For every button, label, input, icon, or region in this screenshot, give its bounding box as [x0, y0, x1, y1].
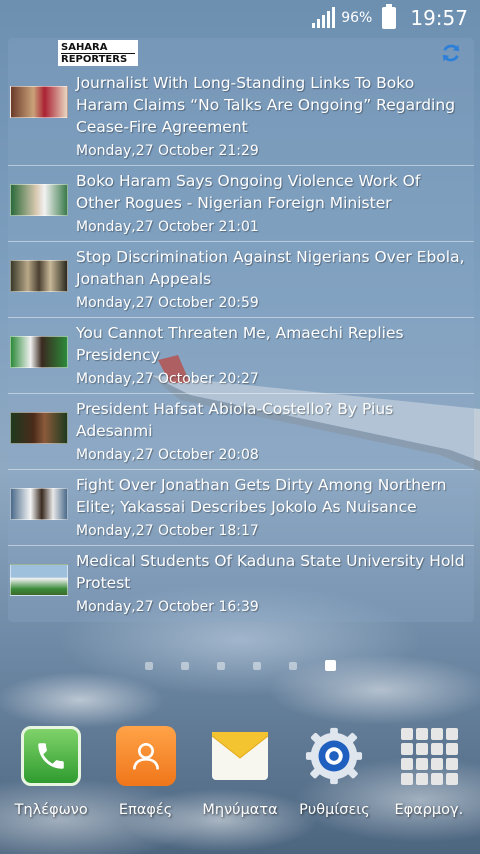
news-item[interactable]: Boko Haram Says Ongoing Violence Work Of… [8, 166, 474, 242]
apps-grid-icon [399, 726, 459, 786]
refresh-icon[interactable] [440, 42, 462, 64]
news-thumbnail [10, 336, 68, 368]
contacts-icon [115, 726, 176, 786]
app-drawer[interactable]: Εφαρμογ. [382, 726, 476, 818]
app-messages[interactable]: Μηνύματα [193, 726, 287, 818]
page-dot[interactable] [144, 661, 153, 670]
news-thumbnail [10, 184, 68, 216]
news-item[interactable]: President Hafsat Abiola-Costello? By Piu… [8, 394, 474, 470]
widget-header: SAHARA REPORTERS [8, 38, 474, 68]
news-item[interactable]: You Cannot Threaten Me, Amaechi Replies … [8, 318, 474, 394]
signal-strength-icon [312, 7, 336, 28]
app-phone[interactable]: Τηλέφωνο [4, 726, 98, 818]
sahara-reporters-widget: SAHARA REPORTERS Journalist With Long-St… [8, 38, 474, 622]
logo-line-1: SAHARA [61, 42, 108, 53]
news-headline: President Hafsat Abiola-Costello? By Piu… [76, 400, 394, 440]
app-dock: Τηλέφωνο Επαφές Μηνύματα Ρυθμίσεις Εφαρμ… [0, 726, 480, 818]
news-timestamp: Monday,27 October 20:08 [76, 447, 259, 463]
app-contacts[interactable]: Επαφές [98, 726, 192, 818]
news-thumbnail [10, 86, 68, 118]
app-label: Τηλέφωνο [14, 802, 88, 818]
phone-icon [21, 726, 82, 786]
news-timestamp: Monday,27 October 21:01 [76, 219, 259, 235]
news-timestamp: Monday,27 October 18:17 [76, 523, 259, 539]
app-label: Μηνύματα [202, 802, 278, 818]
page-dot[interactable] [180, 661, 189, 670]
news-item[interactable]: Medical Students Of Kaduna State Univers… [8, 546, 474, 621]
news-item[interactable]: Stop Discrimination Against Nigerians Ov… [8, 242, 474, 318]
settings-icon [304, 726, 364, 786]
battery-percent: 96% [341, 10, 373, 26]
clock: 19:57 [410, 6, 468, 30]
app-label: Επαφές [118, 802, 173, 818]
battery-icon [382, 4, 397, 29]
news-headline: Stop Discrimination Against Nigerians Ov… [76, 248, 465, 288]
news-headline: Medical Students Of Kaduna State Univers… [76, 552, 465, 592]
news-thumbnail [10, 412, 68, 444]
news-headline: Journalist With Long-Standing Links To B… [76, 74, 456, 136]
page-dot[interactable] [216, 661, 225, 670]
news-timestamp: Monday,27 October 20:59 [76, 295, 259, 311]
page-dot[interactable] [288, 661, 297, 670]
messages-icon [210, 726, 270, 786]
status-bar: 96% 19:57 [0, 0, 480, 36]
news-item[interactable]: Fight Over Jonathan Gets Dirty Among Nor… [8, 470, 474, 546]
news-timestamp: Monday,27 October 16:39 [76, 599, 259, 615]
logo-line-2: REPORTERS [61, 53, 135, 65]
sahara-reporters-logo[interactable]: SAHARA REPORTERS [58, 40, 138, 66]
page-dot[interactable] [252, 661, 261, 670]
news-headline: Boko Haram Says Ongoing Violence Work Of… [76, 172, 421, 212]
news-item[interactable]: Journalist With Long-Standing Links To B… [8, 68, 474, 166]
news-headline: Fight Over Jonathan Gets Dirty Among Nor… [76, 476, 447, 516]
app-label: Εφαρμογ. [394, 802, 464, 818]
app-settings[interactable]: Ρυθμίσεις [287, 726, 381, 818]
page-indicator [0, 660, 480, 671]
news-timestamp: Monday,27 October 21:29 [76, 143, 259, 159]
news-timestamp: Monday,27 October 20:27 [76, 371, 259, 387]
app-label: Ρυθμίσεις [299, 802, 370, 818]
page-dot-active[interactable] [324, 660, 336, 671]
news-thumbnail [10, 488, 68, 520]
news-list: Journalist With Long-Standing Links To B… [8, 68, 474, 621]
news-headline: You Cannot Threaten Me, Amaechi Replies … [76, 324, 404, 364]
news-thumbnail [10, 564, 68, 596]
news-thumbnail [10, 260, 68, 292]
